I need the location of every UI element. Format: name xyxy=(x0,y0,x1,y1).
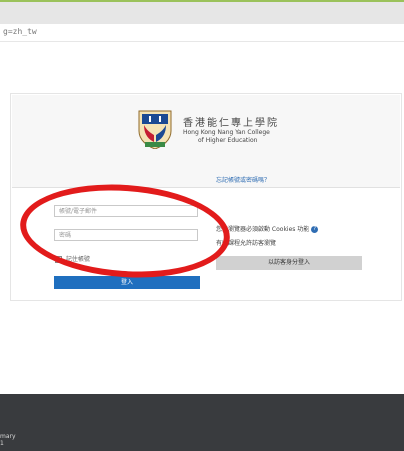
college-name-english-line2: of Higher Education xyxy=(198,137,258,144)
page-footer: mary 1 xyxy=(0,394,404,451)
guest-access-text: 有些課程允許訪客瀏覽 xyxy=(216,240,277,247)
forgot-username-password-link[interactable]: 忘記帳號或密碼嗎？ xyxy=(216,175,270,184)
college-name-english-line1: Hong Kong Nang Yan College xyxy=(183,129,270,136)
password-input[interactable] xyxy=(54,229,198,241)
remember-username-label: 記住帳號 xyxy=(65,256,90,263)
remember-username-checkbox[interactable]: 記住帳號 xyxy=(55,254,90,263)
url-text: g=zh_tw xyxy=(3,27,37,36)
login-card: 香港能仁專上學院 Hong Kong Nang Yan College of H… xyxy=(10,93,402,301)
help-icon[interactable]: ? xyxy=(311,226,319,233)
login-button[interactable]: 登入 xyxy=(54,276,200,289)
cookie-notice: 您的瀏覽器必須啟動 Cookies 功能 ? xyxy=(216,224,319,233)
browser-tab-strip xyxy=(0,2,404,24)
guest-login-button[interactable]: 以訪客身分登入 xyxy=(216,256,362,270)
address-bar[interactable]: g=zh_tw xyxy=(0,24,404,42)
logo-panel: 香港能仁專上學院 Hong Kong Nang Yan College of H… xyxy=(12,95,400,188)
footer-text-line1: mary xyxy=(0,433,16,440)
cookie-notice-text: 您的瀏覽器必須啟動 Cookies 功能 xyxy=(216,226,310,233)
college-name-chinese: 香港能仁專上學院 xyxy=(183,118,279,129)
username-input[interactable] xyxy=(54,205,198,217)
footer-text-line2: 1 xyxy=(0,440,4,447)
college-crest-icon xyxy=(138,110,172,149)
checkbox-square[interactable] xyxy=(55,256,62,263)
